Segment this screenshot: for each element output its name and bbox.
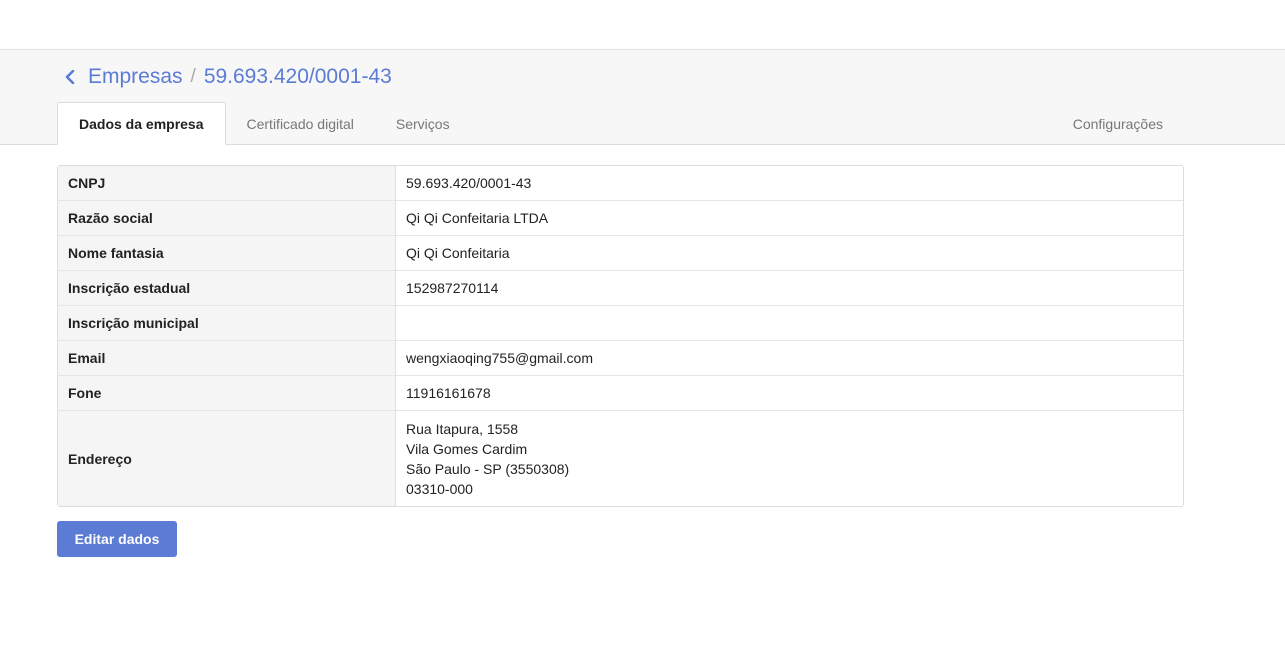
- inscricao-municipal-value: [396, 306, 1183, 341]
- tab-configuracoes[interactable]: Configurações: [1052, 102, 1184, 145]
- page-title: 59.693.420/0001-43: [203, 65, 392, 88]
- row-label: Razão social: [58, 201, 396, 236]
- tab-dados-da-empresa[interactable]: Dados da empresa: [57, 102, 226, 145]
- endereco-value: Rua Itapura, 1558 Vila Gomes Cardim São …: [396, 411, 1183, 506]
- table-row: CNPJ 59.693.420/0001-43: [58, 166, 1183, 201]
- table-row: Fone 11916161678: [58, 376, 1183, 411]
- address-line: 03310-000: [406, 480, 473, 497]
- address-line: Rua Itapura, 1558: [406, 420, 519, 437]
- row-label: Inscrição municipal: [58, 306, 396, 341]
- nome-fantasia-value: Qi Qi Confeitaria: [396, 236, 1183, 271]
- row-label: Inscrição estadual: [58, 271, 396, 306]
- row-label: Nome fantasia: [58, 236, 396, 271]
- razao-social-value: Qi Qi Confeitaria LTDA: [396, 201, 1183, 236]
- edit-data-button[interactable]: Editar dados: [57, 521, 177, 557]
- table-row: Endereço Rua Itapura, 1558 Vila Gomes Ca…: [58, 411, 1183, 506]
- table-row: Inscrição municipal: [58, 306, 1183, 341]
- address-line: Vila Gomes Cardim: [406, 440, 528, 457]
- top-bar: [0, 0, 1285, 50]
- tab-servicos[interactable]: Serviços: [375, 102, 471, 145]
- tab-certificado-digital[interactable]: Certificado digital: [226, 102, 375, 145]
- company-details-table: CNPJ 59.693.420/0001-43 Razão social Qi …: [57, 165, 1184, 507]
- row-label: Endereço: [58, 411, 396, 506]
- row-label: CNPJ: [58, 166, 396, 201]
- email-value: wengxiaoqing755@gmail.com: [396, 341, 1183, 376]
- cnpj-value: 59.693.420/0001-43: [396, 166, 1183, 201]
- row-label: Fone: [58, 376, 396, 411]
- breadcrumb: Empresas / 59.693.420/0001-43: [62, 65, 392, 89]
- breadcrumb-separator: /: [190, 66, 196, 87]
- table-row: Inscrição estadual 152987270114: [58, 271, 1183, 306]
- inscricao-estadual-value: 152987270114: [396, 271, 1183, 306]
- fone-value: 11916161678: [396, 376, 1183, 411]
- address-line: São Paulo - SP (3550308): [406, 460, 570, 477]
- tab-bar: Dados da empresa Certificado digital Ser…: [57, 102, 1184, 145]
- table-row: Nome fantasia Qi Qi Confeitaria: [58, 236, 1183, 271]
- main-content: CNPJ 59.693.420/0001-43 Razão social Qi …: [0, 145, 1285, 557]
- chevron-left-icon[interactable]: [62, 69, 78, 85]
- page-header: Empresas / 59.693.420/0001-43 Dados da e…: [0, 50, 1285, 145]
- row-label: Email: [58, 341, 396, 376]
- breadcrumb-empresas-link[interactable]: Empresas: [88, 65, 183, 89]
- table-row: Razão social Qi Qi Confeitaria LTDA: [58, 201, 1183, 236]
- table-row: Email wengxiaoqing755@gmail.com: [58, 341, 1183, 376]
